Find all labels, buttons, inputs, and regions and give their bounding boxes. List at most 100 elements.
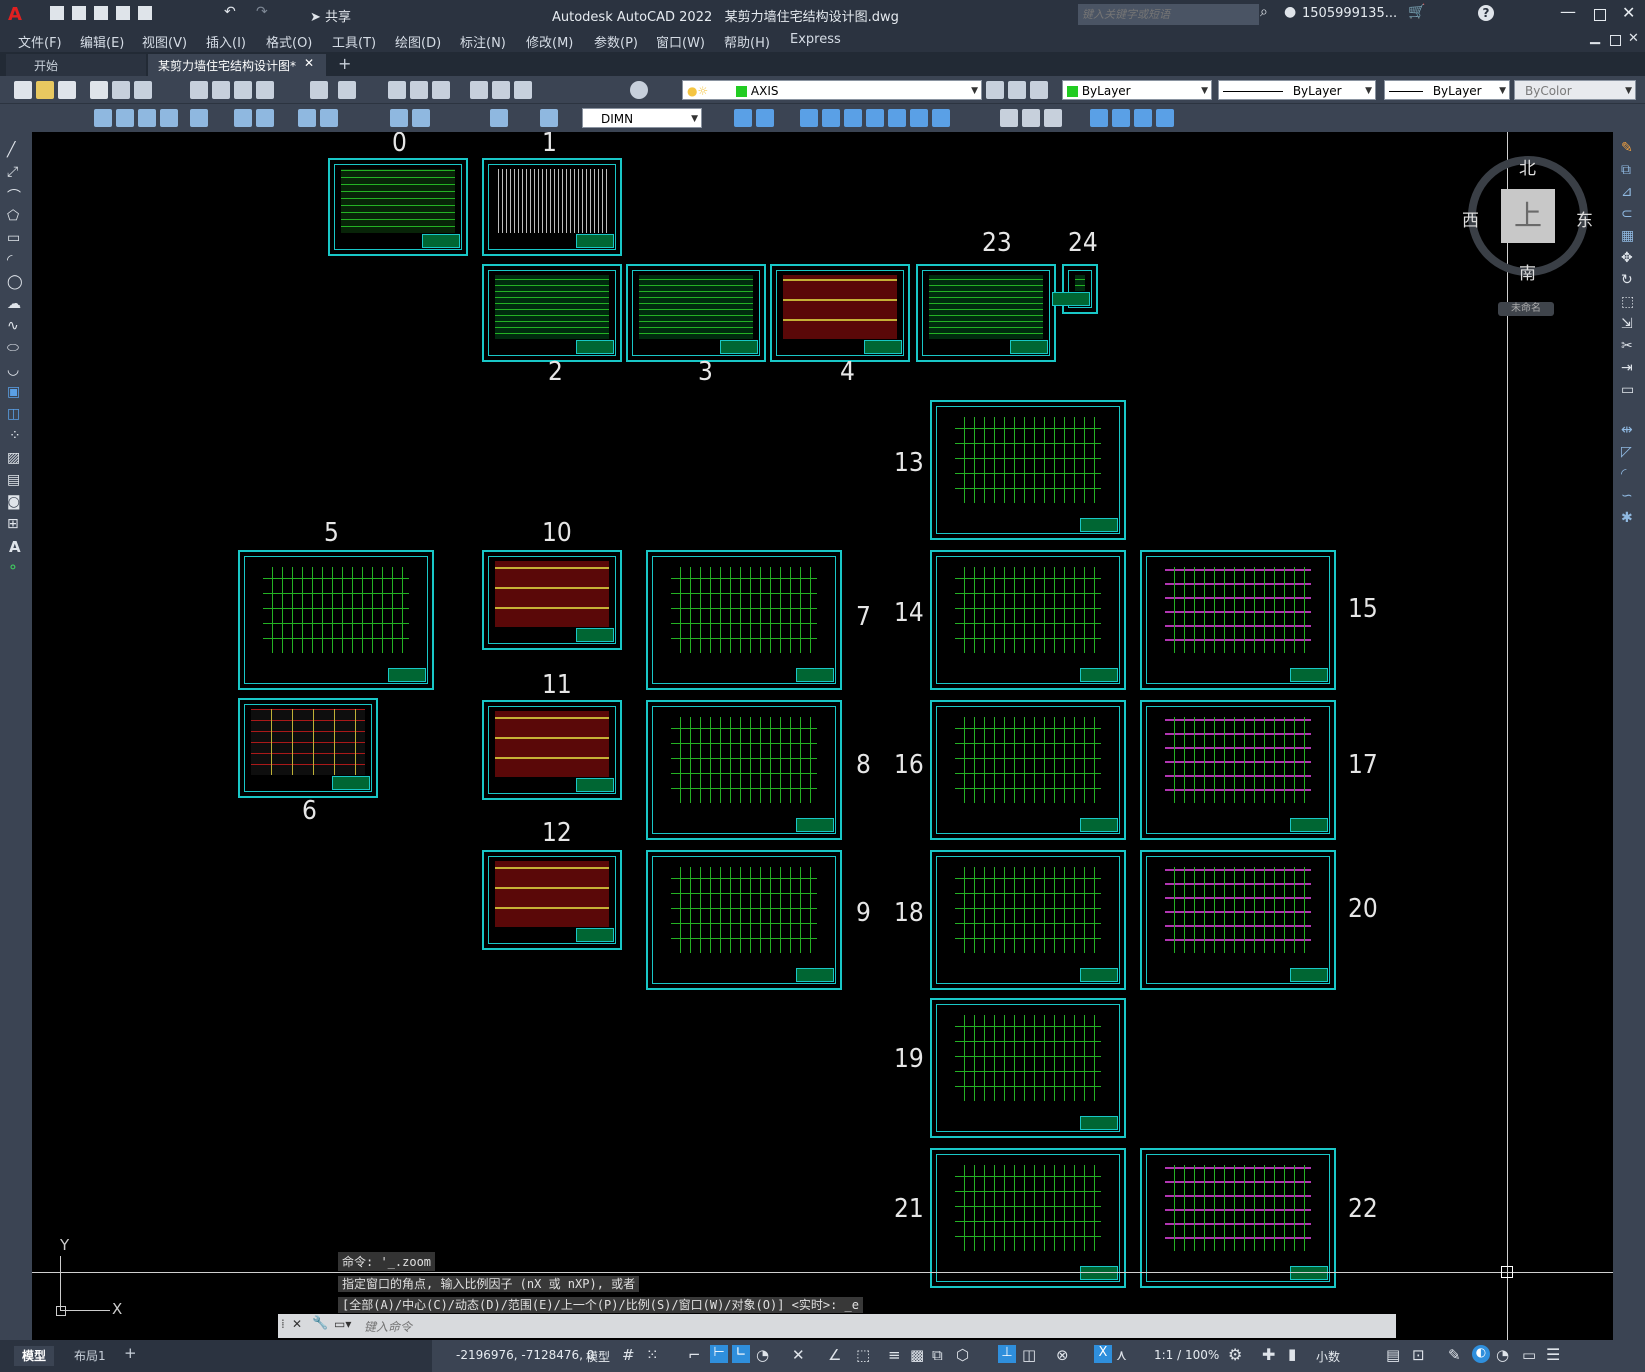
drawing-sheet[interactable] [482, 264, 622, 362]
drawing-sheet[interactable] [482, 550, 622, 650]
offset-icon[interactable] [822, 109, 840, 127]
osnap-icon[interactable]: ⬚ [856, 1346, 870, 1364]
baseline-dim-icon[interactable] [298, 109, 316, 127]
drawing-sheet[interactable] [770, 264, 910, 362]
match-prop-icon[interactable] [256, 81, 274, 99]
array-side-icon[interactable]: ▦ [1621, 228, 1634, 244]
fillet-icon[interactable] [1134, 109, 1152, 127]
new-tab-button[interactable]: + [338, 54, 351, 73]
blend-side-icon[interactable]: ∽ [1621, 488, 1633, 504]
dynamic-input-icon[interactable]: ⊢ [710, 1345, 728, 1363]
revcloud-icon[interactable]: ☁ [7, 296, 21, 312]
drawing-sheet[interactable] [482, 850, 622, 950]
move-icon[interactable] [866, 109, 884, 127]
copy-side-icon[interactable]: ⧉ [1621, 162, 1631, 178]
wcs-menu[interactable]: 未命名 [1498, 302, 1554, 316]
drawing-sheet[interactable] [1052, 264, 1098, 314]
drawing-sheet[interactable] [916, 264, 1056, 362]
open-icon[interactable] [72, 6, 86, 20]
save-as-icon[interactable] [116, 6, 130, 20]
line-icon[interactable]: ╱ [7, 142, 15, 158]
help-button[interactable]: ? [1478, 5, 1494, 21]
open-file-icon[interactable] [36, 81, 54, 99]
point-icon[interactable]: ⁘ [9, 428, 21, 444]
layer-dropdown[interactable]: ●☼ AXIS ▼ [682, 80, 982, 100]
aligned-dim-icon[interactable] [116, 109, 134, 127]
menu-icon[interactable]: ☰ [1546, 1345, 1560, 1364]
layer-properties-icon[interactable] [986, 81, 1004, 99]
close-icon[interactable]: ✕ [1622, 3, 1635, 22]
drawing-sheet[interactable] [482, 158, 622, 256]
arc-dim-icon[interactable] [138, 109, 156, 127]
mtext-icon[interactable]: A [9, 538, 21, 556]
menu-help[interactable]: 帮助(H) [724, 32, 770, 51]
drawing-sheet[interactable] [930, 700, 1126, 840]
drawing-sheet[interactable] [328, 158, 468, 256]
hatch-icon[interactable]: ▨ [7, 450, 20, 466]
spline-icon[interactable]: ∿ [7, 318, 19, 334]
lock-ui-icon[interactable]: ⊡ [1412, 1346, 1425, 1364]
command-input[interactable] [362, 1316, 1386, 1337]
search-input[interactable] [1078, 4, 1259, 25]
break-side-icon[interactable]: ▭ [1621, 382, 1634, 398]
polar-icon[interactable]: ◔ [756, 1346, 769, 1364]
paste-icon[interactable] [234, 81, 252, 99]
chamfer-icon[interactable] [1112, 109, 1130, 127]
rectangle-icon[interactable]: ▭ [7, 230, 20, 246]
drawing-sheet[interactable] [646, 700, 842, 840]
selection-filter-icon[interactable]: ◫ [1022, 1346, 1036, 1364]
selection-cycling-icon[interactable]: ⧉ [932, 1346, 943, 1364]
drawing-sheet[interactable] [930, 1148, 1126, 1288]
quick-properties-icon[interactable]: ▤ [1386, 1346, 1400, 1364]
transparency-icon[interactable]: ▩ [910, 1346, 924, 1364]
preview-icon[interactable] [112, 81, 130, 99]
osnap-tracking-icon[interactable]: ∠ [828, 1346, 841, 1364]
user-icon[interactable]: ● [1284, 4, 1296, 20]
circle-icon[interactable]: ◯ [7, 274, 23, 290]
new-icon[interactable] [50, 6, 64, 20]
zoom-window-icon[interactable] [432, 81, 450, 99]
trim-icon[interactable] [1000, 109, 1018, 127]
tolerance-icon[interactable] [390, 109, 408, 127]
menu-window[interactable]: 窗口(W) [656, 32, 705, 51]
annotation-scale[interactable]: 1:1 / 100% [1154, 1348, 1219, 1362]
ortho-icon[interactable]: ∟ [732, 1345, 750, 1363]
minimize-icon[interactable]: — [1560, 2, 1576, 21]
menu-express[interactable]: Express [790, 32, 841, 47]
isodraft-icon[interactable]: ✕ [792, 1346, 805, 1364]
insert-block-icon[interactable]: ▣ [7, 384, 20, 400]
drawing-sheet[interactable] [482, 700, 622, 800]
drawing-sheet[interactable] [646, 550, 842, 690]
doc-close-icon[interactable]: ✕ [1628, 31, 1639, 46]
plotstyle-dropdown[interactable]: ByColor ▼ [1514, 80, 1636, 100]
drawing-sheet[interactable] [930, 850, 1126, 990]
join-side-icon[interactable]: ⇹ [1621, 422, 1633, 438]
extend-icon[interactable] [1022, 109, 1040, 127]
center-mark-icon[interactable] [412, 109, 430, 127]
dim-update-icon[interactable] [540, 109, 558, 127]
drawing-sheet[interactable] [930, 998, 1126, 1138]
break-icon[interactable] [1044, 109, 1062, 127]
menu-dimension[interactable]: 标注(N) [460, 32, 506, 51]
model-space-toggle[interactable]: 模型 [586, 1348, 610, 1365]
angular-dim-icon[interactable] [256, 109, 274, 127]
hardware-accel-icon[interactable]: ◐ [1472, 1345, 1490, 1363]
menu-modify[interactable]: 修改(M) [526, 32, 573, 51]
chamfer-side-icon[interactable]: ◸ [1621, 444, 1632, 460]
print-icon[interactable] [90, 81, 108, 99]
extend-side-icon[interactable]: ⇥ [1621, 360, 1633, 376]
save-file-icon[interactable] [58, 81, 76, 99]
maximize-icon[interactable] [1594, 9, 1606, 21]
viewcube[interactable]: 上 北 南 西 东 [1462, 156, 1593, 284]
cart-icon[interactable]: 🛒 [1408, 4, 1425, 20]
linear-dim-icon[interactable] [94, 109, 112, 127]
mirror-side-icon[interactable]: ⊿ [1621, 184, 1633, 200]
erase-side-icon[interactable]: ✎ [1621, 140, 1633, 156]
drawing-sheet[interactable] [626, 264, 766, 362]
offset-side-icon[interactable]: ⊂ [1621, 206, 1633, 222]
copy-object-icon[interactable] [756, 109, 774, 127]
erase-icon[interactable] [734, 109, 752, 127]
radius-dim-icon[interactable] [190, 109, 208, 127]
polygon-icon[interactable]: ⬠ [7, 208, 19, 224]
pan-icon[interactable] [388, 81, 406, 99]
